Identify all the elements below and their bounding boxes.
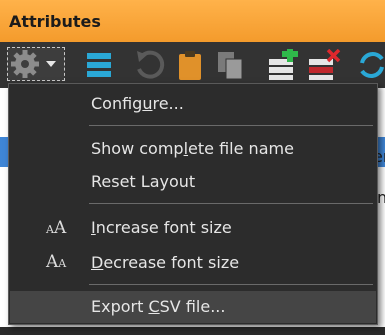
add-row-icon <box>269 46 298 80</box>
increase-font-icon: AA <box>46 218 67 238</box>
chevron-down-icon <box>46 61 56 67</box>
settings-menu: Configure... Show complete file name Res… <box>8 83 378 325</box>
menu-item-configure[interactable]: Configure... <box>10 88 376 120</box>
list-icon <box>87 53 111 77</box>
menu-item-reset-layout[interactable]: Reset Layout <box>10 166 376 198</box>
decrease-font-icon: AA <box>46 252 67 272</box>
list-view-button[interactable] <box>86 49 112 81</box>
paste-button[interactable] <box>177 49 205 81</box>
refresh-button[interactable] <box>360 49 385 81</box>
menu-separator <box>89 203 373 204</box>
copy-icon <box>218 52 243 80</box>
undo-button[interactable] <box>133 49 167 81</box>
delete-row-button[interactable] <box>308 48 342 81</box>
menu-separator <box>89 284 373 285</box>
menu-separator <box>89 125 373 126</box>
gear-icon <box>11 50 56 78</box>
settings-dropdown-button[interactable] <box>7 47 65 81</box>
undo-icon <box>137 50 165 79</box>
window-title: Attributes <box>9 12 101 31</box>
bottom-border <box>0 327 385 335</box>
menu-item-show-complete-file-name[interactable]: Show complete file name <box>10 133 376 165</box>
menu-item-decrease-font-size[interactable]: AA Decrease font size <box>10 247 376 279</box>
title-bar: Attributes <box>0 0 385 42</box>
refresh-icon <box>360 52 384 78</box>
copy-button[interactable] <box>215 49 247 81</box>
delete-row-icon <box>309 48 341 80</box>
toolbar <box>0 42 385 88</box>
add-row-button[interactable] <box>268 46 300 81</box>
menu-item-export-csv[interactable]: Export CSV file... <box>10 291 376 323</box>
menu-item-increase-font-size[interactable]: AA Increase font size <box>10 212 376 244</box>
clipboard-icon <box>179 51 201 80</box>
list-cell-text: n <box>377 188 385 207</box>
